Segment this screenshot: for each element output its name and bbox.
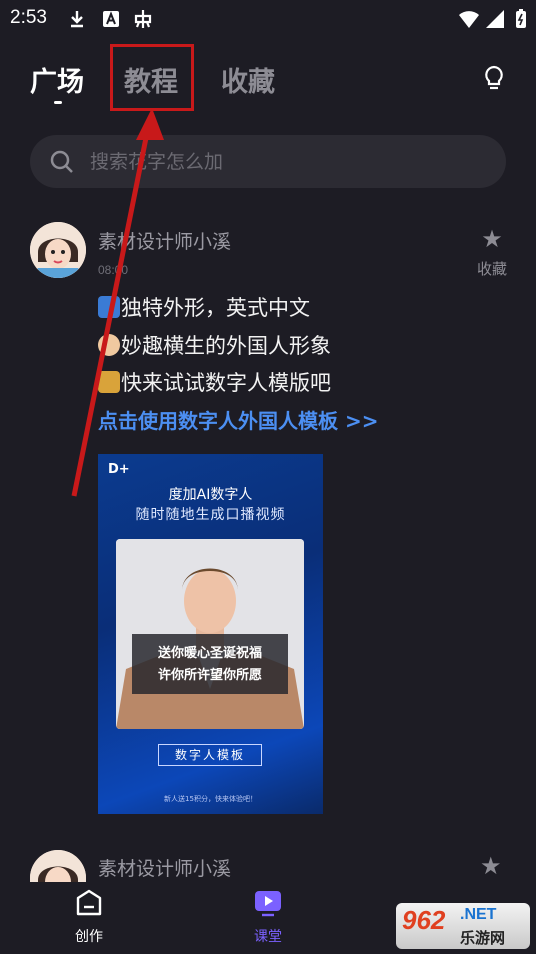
search-input[interactable]	[90, 135, 490, 188]
search-bar[interactable]	[30, 135, 506, 188]
post-author[interactable]: 素材设计师小溪	[98, 227, 231, 254]
post-text-line: 独特外形，英式中文	[98, 293, 310, 323]
annotation-highlight-box	[110, 44, 194, 111]
top-tabs: 广场 教程 收藏	[0, 50, 536, 110]
template-label: 数字人模板	[158, 744, 262, 766]
site-watermark: 962 .NET 乐游网	[396, 903, 530, 949]
post-text-line: 妙趣横生的外国人形象	[98, 331, 331, 361]
star-icon[interactable]: ★	[480, 852, 502, 880]
post-text-line: 快来试试数字人模版吧	[98, 368, 331, 398]
nav-item-classroom[interactable]: 课堂	[233, 888, 303, 946]
lightbulb-icon[interactable]	[480, 64, 508, 92]
brand-logo-icon: D+	[108, 462, 130, 477]
watermark-domain: .NET	[460, 906, 497, 923]
tab-favorites[interactable]: 收藏	[221, 60, 275, 99]
nav-item-create[interactable]: 创作	[54, 888, 124, 946]
thumbnail-footer: 新人送15积分，快来体验吧！	[164, 795, 257, 803]
nav-label-create: 创作	[75, 929, 103, 945]
thumbnail-title: 度加AI数字人	[168, 487, 253, 503]
template-link[interactable]: 点击使用数字人外国人模板 >>	[98, 405, 378, 434]
watermark-text: 乐游网	[460, 929, 506, 947]
avatar[interactable]	[30, 222, 86, 278]
active-tab-indicator	[54, 101, 62, 104]
abc-icon	[98, 296, 120, 318]
party-popper-icon	[98, 371, 120, 393]
post-time: 08:00	[98, 263, 129, 277]
status-time: 2:53	[10, 7, 47, 28]
favorite-button[interactable]: ★ 收藏	[470, 226, 514, 279]
create-icon	[74, 888, 104, 918]
watermark-brand: 962	[402, 905, 446, 935]
download-icon	[66, 8, 88, 30]
thumbnail-caption: 送你暖心圣诞祝福 许你所许望你所愿	[132, 634, 288, 694]
favorite-label: 收藏	[476, 260, 507, 278]
post-thumbnail[interactable]: D+ 度加AI数字人 随时随地生成口播视频 送你暖心圣诞祝福 许你所许望你所愿 …	[98, 454, 323, 814]
status-bar: 2:53	[0, 0, 536, 38]
wifi-icon	[458, 8, 480, 30]
tab-square[interactable]: 广场	[30, 60, 84, 99]
star-icon: ★	[481, 225, 503, 253]
play-icon	[253, 888, 283, 918]
nav-label-classroom: 课堂	[254, 929, 282, 945]
post-author[interactable]: 素材设计师小溪	[98, 854, 231, 881]
thumbnail-subtitle: 随时随地生成口播视频	[135, 507, 286, 523]
battery-icon	[510, 8, 532, 30]
app-a-icon	[100, 8, 122, 30]
signal-icon	[484, 8, 506, 30]
app-bug-icon	[132, 8, 154, 30]
search-icon	[48, 148, 76, 176]
person-icon	[98, 334, 120, 356]
avatar[interactable]	[30, 850, 86, 882]
